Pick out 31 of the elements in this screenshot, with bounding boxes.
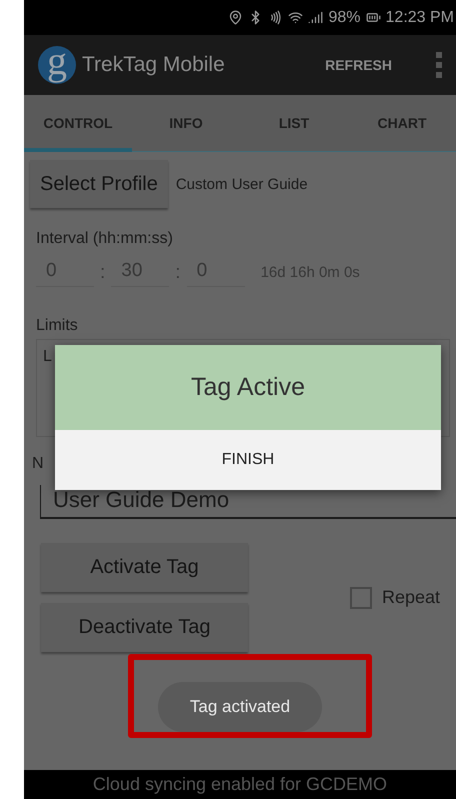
toast-message: Tag activated [158,682,322,732]
notes-field[interactable]: User Guide Demo [40,485,456,519]
time-separator: : [175,262,181,284]
profile-name: Custom User Guide [176,176,308,192]
time-separator: : [100,262,106,284]
tab[interactable]: CHART [348,95,456,152]
signal-icon [308,10,324,25]
select-profile-button[interactable]: Select Profile [30,160,168,208]
limits-text: L [43,348,52,365]
repeat-checkbox[interactable] [350,586,372,608]
location-icon [228,10,244,25]
tab[interactable]: INFO [132,95,240,152]
sync-status-text: Cloud syncing enabled for GCDEMO [92,774,388,795]
battery-percent: 98% [328,8,361,26]
finish-button[interactable]: FINISH [55,430,441,490]
tab[interactable]: CONTROL [24,95,132,152]
battery-icon [366,10,381,25]
limits-label: Limits [36,317,78,335]
tag-button[interactable]: Deactivate Tag [41,603,248,652]
app-title: TrekTag Mobile [82,53,226,77]
notes-label: N [32,455,44,473]
tab[interactable]: LIST [240,95,348,152]
dialog-title: Tag Active [55,345,441,430]
clock: 12:23 PM [386,8,454,26]
refresh-button[interactable]: REFRESH [319,51,398,79]
wifi-icon [288,10,304,25]
nfc-icon [268,10,284,25]
repeat-label: Repeat [382,587,440,608]
interval-label: Interval (hh:mm:ss) [36,230,173,248]
tag-button[interactable]: Activate Tag [41,543,248,592]
app-logo: g [38,46,76,84]
